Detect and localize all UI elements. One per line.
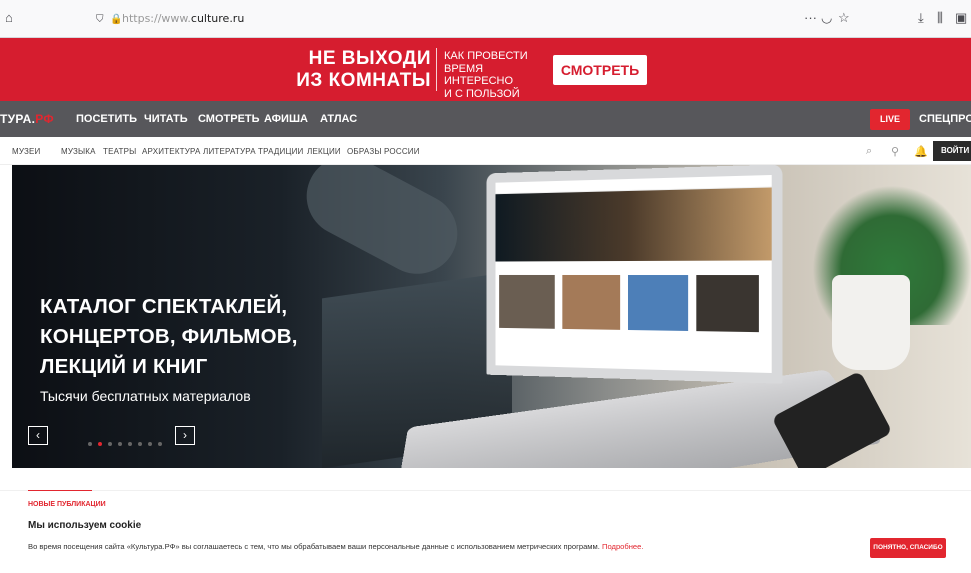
library-icon[interactable]: ⫼ bbox=[937, 10, 943, 26]
slider-dot[interactable] bbox=[148, 442, 152, 446]
sidebar-icon[interactable]: ▣ bbox=[955, 10, 967, 26]
banner-headline: НЕ ВЫХОДИ ИЗ КОМНАТЫ bbox=[296, 48, 431, 91]
slider-dot[interactable] bbox=[118, 442, 122, 446]
cookie-title: Мы используем cookie bbox=[28, 520, 142, 531]
nav-item-afisha[interactable]: АФИША bbox=[264, 113, 308, 125]
slider-dot[interactable] bbox=[158, 442, 162, 446]
lock-icon[interactable]: 🔒 bbox=[110, 12, 122, 28]
login-button[interactable]: ВОЙТИ bbox=[933, 141, 971, 161]
live-button[interactable]: LIVE bbox=[870, 109, 910, 130]
star-icon[interactable]: ☆ bbox=[838, 10, 850, 26]
more-icon[interactable]: ··· bbox=[804, 10, 817, 26]
hero-slider: КАТАЛОГ СПЕКТАКЛЕЙ, КОНЦЕРТОВ, ФИЛЬМОВ, … bbox=[12, 165, 971, 468]
hero-title: КАТАЛОГ СПЕКТАКЛЕЙ, КОНЦЕРТОВ, ФИЛЬМОВ, … bbox=[40, 295, 298, 378]
subnav-item-lectures[interactable]: ЛЕКЦИИ bbox=[307, 147, 341, 156]
sub-nav: МУЗЕИ МУЗЫКА ТЕАТРЫ АРХИТЕКТУРА ЛИТЕРАТУ… bbox=[0, 137, 971, 165]
subnav-item-music[interactable]: МУЗЫКА bbox=[61, 147, 96, 156]
address-bar[interactable]: https://www.culture.ru bbox=[122, 12, 244, 25]
nav-item-visit[interactable]: ПОСЕТИТЬ bbox=[76, 113, 137, 125]
subnav-item-literature[interactable]: ЛИТЕРАТУРА bbox=[203, 147, 256, 156]
hero-image-laptop bbox=[486, 165, 783, 384]
subnav-item-traditions[interactable]: ТРАДИЦИИ bbox=[258, 147, 303, 156]
bell-icon[interactable]: 🔔 bbox=[914, 145, 928, 158]
site-logo[interactable]: ТУРА.РФ bbox=[0, 112, 54, 126]
slider-prev-button[interactable]: ‹ bbox=[28, 426, 48, 445]
cookie-text: Во время посещения сайта «Культура.РФ» в… bbox=[28, 542, 644, 551]
banner-divider bbox=[436, 48, 437, 91]
nav-item-special[interactable]: СПЕЦПРОЕКТ bbox=[919, 113, 971, 125]
subnav-item-images-of-russia[interactable]: ОБРАЗЫ РОССИИ bbox=[347, 147, 420, 156]
hero-image-lamp bbox=[292, 165, 472, 288]
subnav-item-architecture[interactable]: АРХИТЕКТУРА bbox=[142, 147, 201, 156]
search-icon[interactable]: ⌕ bbox=[866, 145, 872, 158]
new-publications-label: НОВЫЕ ПУБЛИКАЦИИ bbox=[28, 501, 106, 508]
main-nav: ТУРА.РФ ПОСЕТИТЬ ЧИТАТЬ СМОТРЕТЬ АФИША А… bbox=[0, 101, 971, 137]
hero-image-pot bbox=[832, 275, 910, 370]
section-accent-line bbox=[28, 490, 92, 491]
slider-dot[interactable] bbox=[98, 442, 102, 446]
nav-item-atlas[interactable]: АТЛАС bbox=[320, 113, 357, 125]
location-icon[interactable]: ⚲ bbox=[891, 145, 899, 158]
cookie-accept-button[interactable]: ПОНЯТНО, СПАСИБО bbox=[870, 538, 946, 558]
slider-dot[interactable] bbox=[138, 442, 142, 446]
laptop-screen bbox=[495, 174, 772, 374]
subnav-item-theatres[interactable]: ТЕАТРЫ bbox=[103, 147, 136, 156]
slider-dot[interactable] bbox=[128, 442, 132, 446]
nav-item-read[interactable]: ЧИТАТЬ bbox=[144, 113, 188, 125]
promo-banner: НЕ ВЫХОДИ ИЗ КОМНАТЫ КАК ПРОВЕСТИ ВРЕМЯ … bbox=[0, 38, 971, 101]
cookie-more-link[interactable]: Подробнее. bbox=[602, 542, 644, 551]
slider-dot[interactable] bbox=[88, 442, 92, 446]
banner-watch-button[interactable]: СМОТРЕТЬ bbox=[553, 55, 647, 85]
nav-item-watch[interactable]: СМОТРЕТЬ bbox=[198, 113, 260, 125]
slider-next-button[interactable]: › bbox=[175, 426, 195, 445]
slider-dots bbox=[88, 433, 168, 451]
hero-subtitle: Тысячи бесплатных материалов bbox=[40, 388, 251, 404]
pocket-icon[interactable]: ◡ bbox=[821, 10, 832, 26]
section-divider bbox=[0, 490, 971, 491]
shield-icon[interactable]: ⛉ bbox=[96, 12, 104, 28]
browser-toolbar: ⌂ ⛉ 🔒 https://www.culture.ru ··· ◡ ☆ ⤓ ⫼… bbox=[0, 0, 971, 38]
subnav-item-museums[interactable]: МУЗЕИ bbox=[12, 147, 41, 156]
slider-dot[interactable] bbox=[108, 442, 112, 446]
home-icon[interactable]: ⌂ bbox=[5, 10, 13, 26]
banner-subtext: КАК ПРОВЕСТИ ВРЕМЯ ИНТЕРЕСНО И С ПОЛЬЗОЙ bbox=[444, 50, 528, 100]
download-icon[interactable]: ⤓ bbox=[918, 10, 924, 26]
